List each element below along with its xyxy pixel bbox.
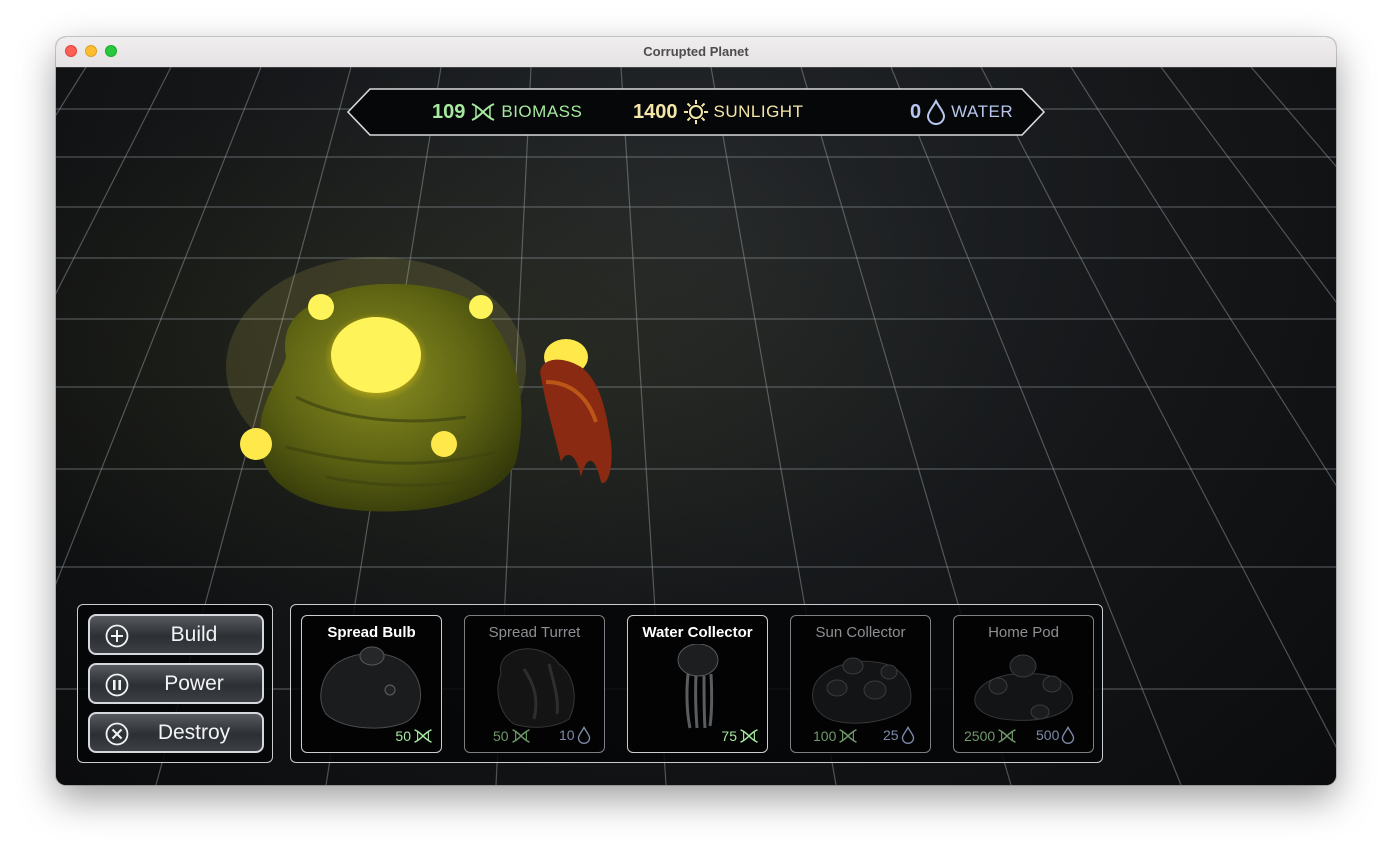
card-name: Home Pod xyxy=(988,624,1059,641)
dna-icon xyxy=(413,728,433,744)
spread-turret-structure[interactable] xyxy=(526,332,636,492)
water-drop-icon xyxy=(926,99,946,125)
water-value: 0 xyxy=(910,100,922,123)
water-drop-icon xyxy=(1061,726,1075,744)
water-drop-icon xyxy=(901,726,915,744)
card-name: Sun Collector xyxy=(815,624,906,641)
water-display: 0 WATER xyxy=(910,99,1013,125)
home-pod-thumbnail xyxy=(974,654,1073,721)
destroy-button[interactable]: Destroy xyxy=(88,712,264,753)
build-label: Build xyxy=(170,623,218,646)
card-spread-turret[interactable]: Spread Turret 50 10 xyxy=(464,615,605,753)
resource-bar: 109 BIOMASS 1400 SUNLIGHT 0 WATER xyxy=(346,87,1046,137)
game-viewport[interactable]: 109 BIOMASS 1400 SUNLIGHT 0 WATER Build … xyxy=(56,67,1336,785)
sunlight-value: 1400 xyxy=(633,100,678,123)
card-sun-collector[interactable]: Sun Collector 100 25 xyxy=(790,615,931,753)
power-label: Power xyxy=(164,672,224,695)
title-bar: Corrupted Planet xyxy=(56,37,1336,68)
biomass-display: 109 BIOMASS xyxy=(432,99,582,125)
biomass-value: 109 xyxy=(432,100,466,123)
dna-icon xyxy=(470,102,496,122)
window-title: Corrupted Planet xyxy=(643,44,749,59)
water-cost: 25 xyxy=(883,726,915,744)
card-name: Spread Turret xyxy=(488,624,581,641)
sun-collector-thumbnail xyxy=(812,657,912,724)
biomass-label: BIOMASS xyxy=(501,102,583,121)
spread-bulb-thumbnail xyxy=(320,646,421,729)
build-button[interactable]: Build xyxy=(88,614,264,655)
build-menu: Spread Bulb 50 Spread Turret 50 10 Water… xyxy=(290,604,1103,763)
card-home-pod[interactable]: Home Pod 2500 500 xyxy=(953,615,1094,753)
biomass-cost: 75 xyxy=(721,728,759,744)
card-name: Spread Bulb xyxy=(327,624,416,641)
sunlight-display: 1400 SUNLIGHT xyxy=(633,99,803,125)
spread-turret-thumbnail xyxy=(497,648,575,728)
water-cost: 500 xyxy=(1036,726,1075,744)
sunlight-label: SUNLIGHT xyxy=(713,102,804,121)
biomass-cost: 2500 xyxy=(964,728,1017,744)
dna-icon xyxy=(739,728,759,744)
card-spread-bulb[interactable]: Spread Bulb 50 xyxy=(301,615,442,753)
dna-icon xyxy=(838,728,858,744)
water-collector-thumbnail xyxy=(677,644,719,729)
spread-bulb-structure[interactable] xyxy=(226,247,546,537)
game-window: Corrupted Planet 109 BIOMASS 1400 SUNLIG… xyxy=(56,37,1336,785)
dna-icon xyxy=(997,728,1017,744)
biomass-cost: 50 xyxy=(493,728,531,744)
action-panel: Build Power Destroy xyxy=(77,604,273,763)
power-button[interactable]: Power xyxy=(88,663,264,704)
biomass-cost: 50 xyxy=(395,728,433,744)
water-label: WATER xyxy=(951,102,1014,121)
water-cost: 10 xyxy=(559,726,591,744)
water-drop-icon xyxy=(577,726,591,744)
dna-icon xyxy=(511,728,531,744)
sun-icon xyxy=(683,99,709,125)
biomass-cost: 100 xyxy=(813,728,858,744)
destroy-label: Destroy xyxy=(157,721,231,744)
card-name: Water Collector xyxy=(642,624,753,641)
card-water-collector[interactable]: Water Collector 75 xyxy=(627,615,768,753)
